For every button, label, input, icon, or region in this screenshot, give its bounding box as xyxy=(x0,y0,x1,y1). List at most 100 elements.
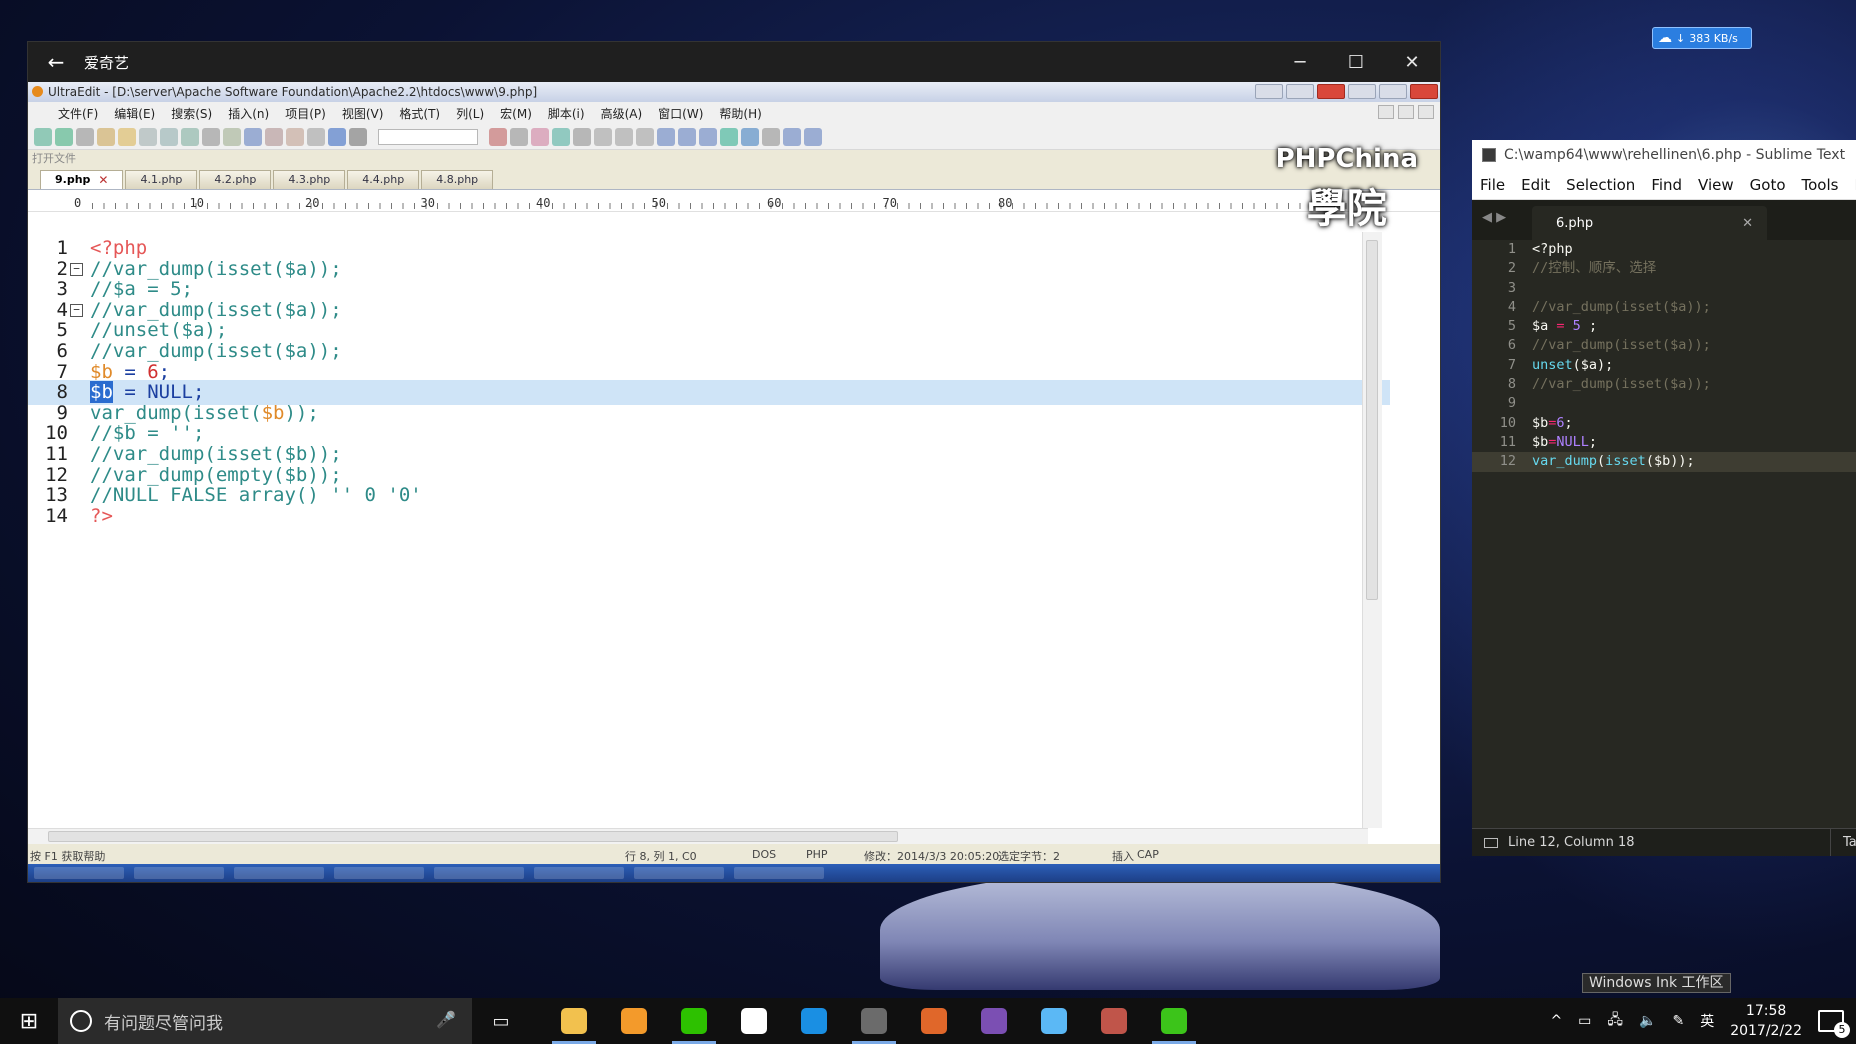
volume-icon[interactable]: 🔈 xyxy=(1639,1013,1656,1029)
ue-menu-item[interactable]: 窗口(W) xyxy=(650,105,711,122)
sublime-menu-item[interactable]: Find xyxy=(1643,176,1690,194)
inner-task-item[interactable] xyxy=(534,867,624,879)
mdi-close-button[interactable] xyxy=(1418,105,1434,119)
ue-menu-item[interactable]: 帮助(H) xyxy=(711,105,769,122)
matlab-taskbar-button[interactable] xyxy=(904,998,964,1044)
network-speed-widget[interactable]: ☁ ↓ 383 KB/s xyxy=(1652,27,1752,49)
inner-task-item[interactable] xyxy=(34,867,124,879)
inner-task-item[interactable] xyxy=(234,867,324,879)
toolbar-button-icon[interactable] xyxy=(678,127,696,146)
ue-minimize-button[interactable] xyxy=(1255,84,1283,99)
visual-studio-taskbar-button[interactable] xyxy=(964,998,1024,1044)
sublime-menu-item[interactable]: Goto xyxy=(1742,176,1794,194)
sublime-menu-item[interactable]: File xyxy=(1472,176,1513,194)
inner-task-item[interactable] xyxy=(334,867,424,879)
toolbar-button-icon[interactable] xyxy=(573,127,591,146)
sublime-menu-item[interactable]: Edit xyxy=(1513,176,1558,194)
ue-menu-item[interactable]: 列(L) xyxy=(448,105,492,122)
fold-toggle-icon[interactable]: − xyxy=(70,262,83,276)
horizontal-scrollbar[interactable] xyxy=(28,828,1368,844)
toolbar-button-icon[interactable] xyxy=(594,127,612,146)
sublime-text-taskbar-button[interactable] xyxy=(844,998,904,1044)
vertical-scroll-thumb[interactable] xyxy=(1366,240,1378,600)
file-tab[interactable]: 4.1.php xyxy=(125,170,198,189)
ue-menu-item[interactable]: 编辑(E) xyxy=(106,105,163,122)
ue-menu-item[interactable]: 高级(A) xyxy=(593,105,651,122)
toolbar-button-icon[interactable] xyxy=(510,127,528,146)
toolbar-button-icon[interactable] xyxy=(615,127,633,146)
system-clock[interactable]: 17:58 2017/2/22 xyxy=(1730,1001,1802,1041)
toolbar-button-icon[interactable] xyxy=(741,127,759,146)
kugou-taskbar-button[interactable] xyxy=(784,998,844,1044)
toolbar-button-icon[interactable] xyxy=(699,127,717,146)
file-tab[interactable]: 9.php ✕ xyxy=(40,170,124,189)
close-button[interactable]: ✕ xyxy=(1384,52,1440,73)
bird-app-taskbar-button[interactable] xyxy=(1024,998,1084,1044)
inner-task-item[interactable] xyxy=(134,867,224,879)
sublime-status-tab[interactable]: Tab xyxy=(1830,829,1856,856)
tray-chevron-icon[interactable]: ^ xyxy=(1550,1013,1562,1029)
toolbar-button-icon[interactable] xyxy=(720,127,738,146)
cortana-search-box[interactable]: 有问题尽管问我 🎤 xyxy=(58,998,472,1044)
horizontal-scroll-thumb[interactable] xyxy=(48,831,898,842)
microphone-icon[interactable]: 🎤 xyxy=(436,1010,456,1029)
toolbar-button-icon[interactable] xyxy=(76,127,94,146)
toolbar-button-icon[interactable] xyxy=(139,127,157,146)
toolbar-button-icon[interactable] xyxy=(97,127,115,146)
sublime-menu-item[interactable]: Proj xyxy=(1846,176,1856,194)
toolbar-button-icon[interactable] xyxy=(223,127,241,146)
toolbar-button-icon[interactable] xyxy=(307,127,325,146)
ultraedit-code-editor[interactable]: 1 <?php 2−//var_dump(isset($a)); 3//$a = 5;… xyxy=(28,232,1390,726)
store-taskbar-button[interactable] xyxy=(724,998,784,1044)
sublime-menu-item[interactable]: View xyxy=(1690,176,1742,194)
maximize-button[interactable]: ☐ xyxy=(1328,52,1384,73)
inner-task-item[interactable] xyxy=(434,867,524,879)
ue-extra-close-button[interactable] xyxy=(1410,84,1438,99)
ue-close-button[interactable] xyxy=(1317,84,1345,99)
sublime-menu-item[interactable]: Tools xyxy=(1794,176,1847,194)
ue-extra-button-2[interactable] xyxy=(1379,84,1407,99)
sublime-tab-close-icon[interactable]: ✕ xyxy=(1742,216,1753,231)
ue-menu-item[interactable]: 视图(V) xyxy=(334,105,392,122)
toolbar-button-icon[interactable] xyxy=(286,127,304,146)
action-center-icon[interactable]: 5 xyxy=(1818,1010,1850,1038)
ue-menu-item[interactable]: 格式(T) xyxy=(391,105,448,122)
toolbar-button-icon[interactable] xyxy=(804,127,822,146)
sublime-tab-6php[interactable]: 6.php ✕ xyxy=(1532,206,1767,240)
toolbar-button-icon[interactable] xyxy=(160,127,178,146)
box-app-taskbar-button[interactable] xyxy=(1084,998,1144,1044)
battery-icon[interactable]: ▭ xyxy=(1578,1013,1591,1029)
ue-menu-item[interactable]: 搜索(S) xyxy=(163,105,220,122)
wechat-taskbar-button[interactable] xyxy=(664,998,724,1044)
ue-menu-item[interactable]: 插入(n) xyxy=(220,105,277,122)
toolbar-button-icon[interactable] xyxy=(489,127,507,146)
minimize-button[interactable]: ─ xyxy=(1272,52,1328,73)
mdi-minimize-button[interactable] xyxy=(1378,105,1394,119)
windows-start-icon[interactable]: ⊞ xyxy=(0,998,58,1044)
toolbar-button-icon[interactable] xyxy=(265,127,283,146)
vertical-scrollbar[interactable] xyxy=(1362,232,1382,828)
inner-task-item[interactable] xyxy=(734,867,824,879)
toolbar-button-icon[interactable] xyxy=(657,127,675,146)
font-selector[interactable] xyxy=(378,128,478,145)
toolbar-button-icon[interactable] xyxy=(202,127,220,146)
ime-indicator[interactable]: 英 xyxy=(1700,1011,1714,1031)
toolbar-button-icon[interactable] xyxy=(244,127,262,146)
sublime-code-editor[interactable]: 1 <?php 2 //控制、顺序、选择 3 4 //var_dump(isset($a))… xyxy=(1472,240,1856,472)
ue-menu-item[interactable]: 文件(F) xyxy=(50,105,106,122)
iqiyi-taskbar-button[interactable] xyxy=(1144,998,1204,1044)
toolbar-button-icon[interactable] xyxy=(55,127,73,146)
file-tab[interactable]: 4.2.php xyxy=(199,170,272,189)
back-arrow-icon[interactable]: ← xyxy=(28,50,84,74)
mdi-restore-button[interactable] xyxy=(1398,105,1414,119)
ue-menu-item[interactable]: 脚本(i) xyxy=(540,105,593,122)
file-explorer-taskbar-button[interactable] xyxy=(544,998,604,1044)
ue-extra-button-1[interactable] xyxy=(1348,84,1376,99)
file-tab[interactable]: 4.8.php xyxy=(421,170,494,189)
app-orange-taskbar-button[interactable] xyxy=(604,998,664,1044)
toolbar-button-icon[interactable] xyxy=(783,127,801,146)
toolbar-button-icon[interactable] xyxy=(349,127,367,146)
pen-icon[interactable]: ✎ xyxy=(1672,1013,1684,1029)
toolbar-button-icon[interactable] xyxy=(34,127,52,146)
toolbar-button-icon[interactable] xyxy=(328,127,346,146)
